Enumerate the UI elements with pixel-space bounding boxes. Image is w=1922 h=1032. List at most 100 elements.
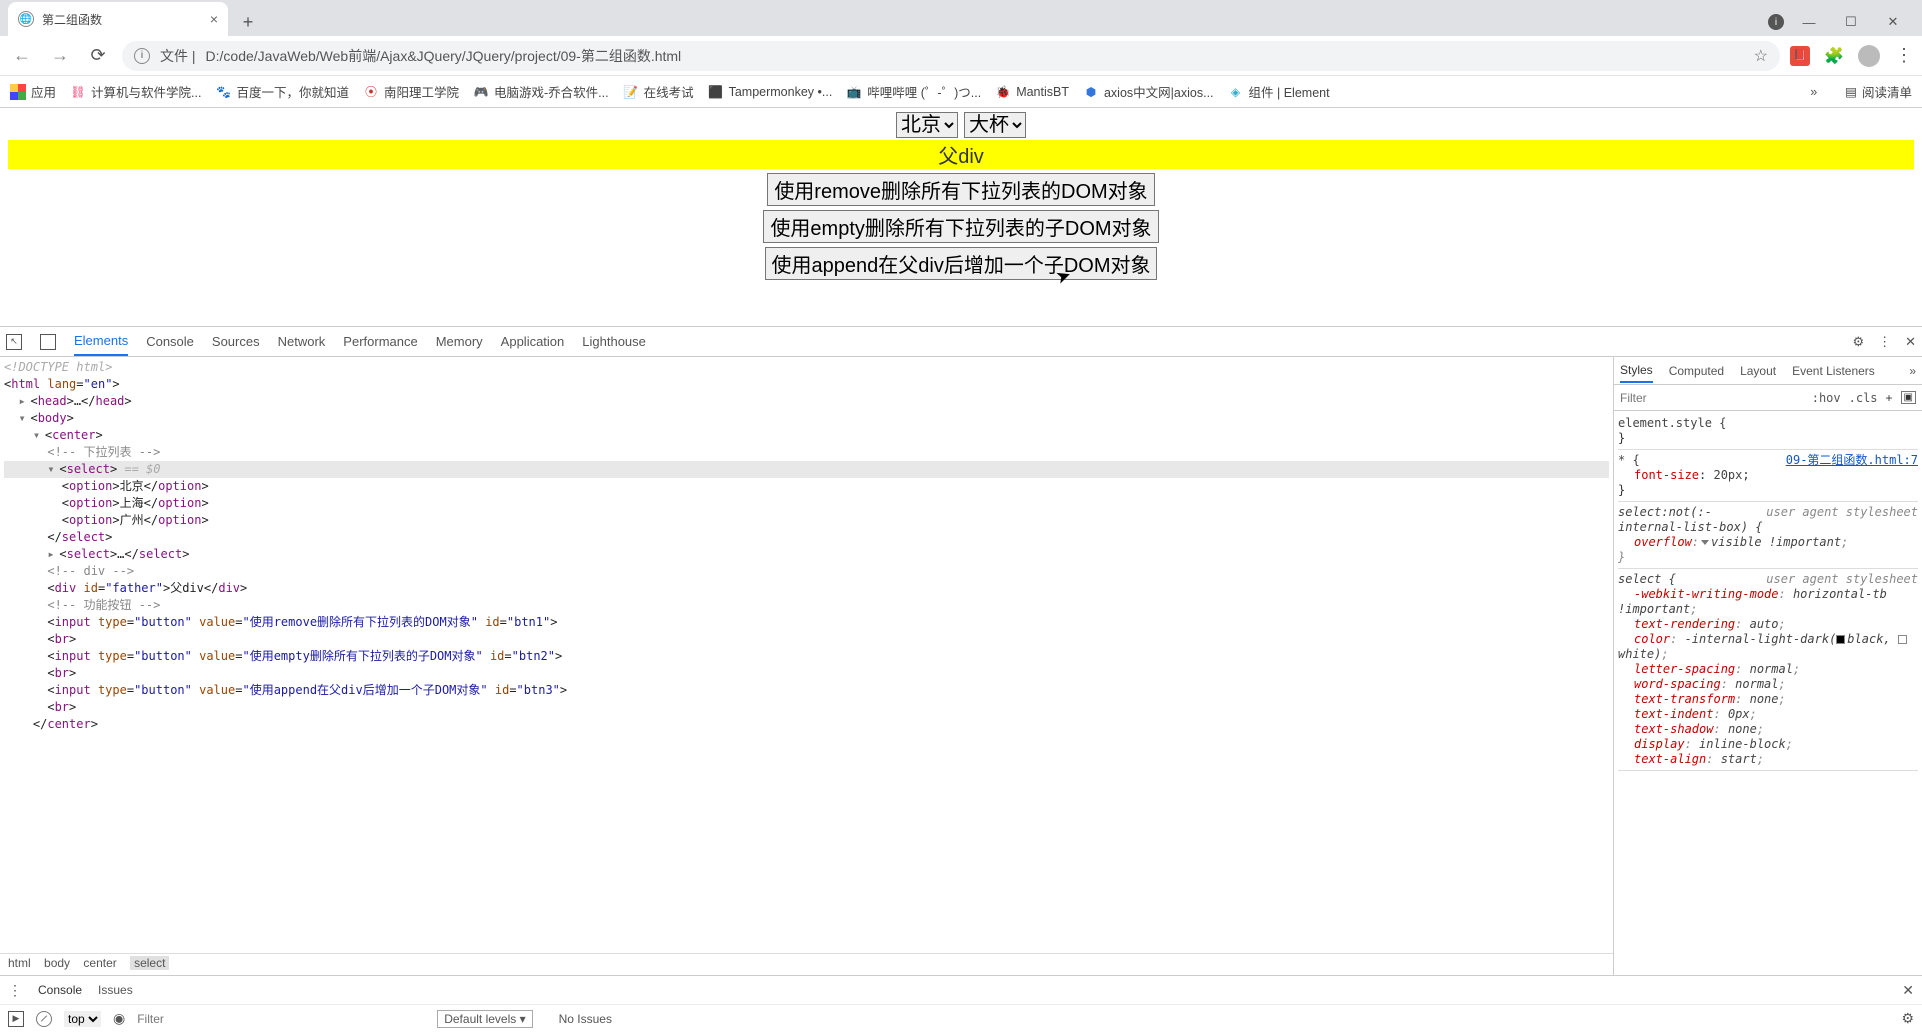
tab-memory[interactable]: Memory	[436, 328, 483, 355]
reload-button[interactable]: ⟳	[84, 42, 112, 70]
drawer-tab-console[interactable]: Console	[38, 983, 82, 997]
bookmark-item[interactable]: ⬛Tampermonkey •...	[708, 84, 833, 100]
page-viewport: 北京 大杯 父div ➤	[0, 108, 1922, 326]
maximize-icon[interactable]: ☐	[1834, 8, 1868, 36]
subtab-computed[interactable]: Computed	[1669, 364, 1724, 378]
bookmark-star-icon[interactable]: ☆	[1754, 46, 1768, 66]
console-sidebar-icon[interactable]: ▶	[8, 1011, 24, 1027]
father-div: 父div	[8, 140, 1914, 169]
exam-icon: 📝	[623, 84, 639, 100]
bookmark-item[interactable]: ⬢axios中文网|axios...	[1083, 82, 1214, 101]
console-toolbar: ▶ top ◉ Default levels ▾ No Issues ⚙	[0, 1004, 1922, 1032]
bookmark-item[interactable]: 📺哔哩哔哩 (゜-゜)つ...	[846, 82, 981, 101]
cls-toggle[interactable]: .cls	[1849, 391, 1878, 405]
devtools-settings-icon[interactable]: ⚙	[1852, 334, 1864, 350]
select-size[interactable]: 大杯	[964, 112, 1026, 138]
subtab-more-icon[interactable]: »	[1909, 364, 1916, 378]
url-path: D:/code/JavaWeb/Web前端/Ajax&JQuery/JQuery…	[206, 46, 682, 66]
no-issues-label: No Issues	[559, 1012, 612, 1026]
subtab-styles[interactable]: Styles	[1620, 359, 1653, 383]
apps-bookmark[interactable]: 应用	[10, 82, 56, 101]
axios-icon: ⬢	[1083, 84, 1099, 100]
extension-icon[interactable]: 📕	[1790, 46, 1810, 66]
titlebar: 🌐 第二组函数 × + i — ☐ ✕	[0, 0, 1922, 36]
tab-console[interactable]: Console	[146, 328, 194, 355]
bookmarks-bar: 应用 ⛓计算机与软件学院... 🐾百度一下，你就知道 ⦿南阳理工学院 🎮电脑游戏…	[0, 76, 1922, 108]
tab-sources[interactable]: Sources	[212, 328, 260, 355]
styles-panel: Styles Computed Layout Event Listeners »…	[1614, 357, 1922, 975]
drawer-close-icon[interactable]: ✕	[1902, 982, 1914, 999]
site-info-icon[interactable]: i	[134, 48, 150, 64]
browser-tab[interactable]: 🌐 第二组函数 ×	[8, 2, 228, 36]
elements-panel: <!DOCTYPE html> <html lang="en"> ▸<head>…	[0, 357, 1614, 975]
element-icon: ◈	[1228, 84, 1244, 100]
tm-icon: ⬛	[708, 84, 724, 100]
devtools-menu-icon[interactable]: ⋮	[1878, 334, 1891, 350]
style-rules[interactable]: element.style { } 09-第二组函数.html:7* { fon…	[1614, 411, 1922, 975]
apps-icon	[10, 84, 26, 100]
tab-elements[interactable]: Elements	[74, 327, 128, 356]
guest-badge[interactable]: i	[1768, 14, 1784, 30]
devtools-close-icon[interactable]: ✕	[1905, 334, 1916, 350]
live-expression-icon[interactable]: ◉	[113, 1010, 125, 1027]
bookmark-item[interactable]: ◈组件 | Element	[1228, 82, 1330, 101]
omnibox[interactable]: i 文件 | D:/code/JavaWeb/Web前端/Ajax&JQuery…	[122, 41, 1780, 71]
styles-filter-bar: :hov .cls + ▣	[1614, 385, 1922, 411]
address-bar: ← → ⟳ i 文件 | D:/code/JavaWeb/Web前端/Ajax&…	[0, 36, 1922, 76]
device-toggle-icon[interactable]	[40, 334, 56, 350]
log-levels-select[interactable]: Default levels ▾	[437, 1010, 532, 1028]
subtab-eventlisteners[interactable]: Event Listeners	[1792, 364, 1875, 378]
url-origin: 文件 |	[160, 46, 196, 66]
subtab-layout[interactable]: Layout	[1740, 364, 1776, 378]
new-style-rule-icon[interactable]: +	[1886, 391, 1893, 405]
game-icon: 🎮	[473, 84, 489, 100]
btn1-remove[interactable]	[767, 173, 1154, 206]
bookmark-item[interactable]: 📝在线考试	[623, 82, 694, 101]
globe-icon: 🌐	[18, 11, 34, 27]
drawer-tab-issues[interactable]: Issues	[98, 983, 133, 997]
btn3-append[interactable]	[765, 247, 1158, 280]
styles-subtabs: Styles Computed Layout Event Listeners »	[1614, 357, 1922, 385]
window-controls: i — ☐ ✕	[1768, 8, 1914, 36]
clear-console-icon[interactable]	[36, 1011, 52, 1027]
box-model-icon[interactable]: ▣	[1901, 391, 1916, 404]
tab-close-icon[interactable]: ×	[210, 11, 218, 27]
bookmark-item[interactable]: ⦿南阳理工学院	[363, 82, 459, 101]
element-picker-icon[interactable]: ↖	[6, 334, 22, 350]
execution-context-select[interactable]: top	[64, 1011, 101, 1027]
tab-application[interactable]: Application	[501, 328, 565, 355]
console-filter-input[interactable]	[137, 1012, 417, 1026]
bookmark-item[interactable]: ⛓计算机与软件学院...	[70, 82, 201, 101]
console-settings-icon[interactable]: ⚙	[1901, 1010, 1914, 1027]
new-tab-button[interactable]: +	[234, 8, 262, 36]
mantis-icon: 🐞	[995, 84, 1011, 100]
extensions-icon[interactable]: 🧩	[1824, 46, 1844, 66]
nanyang-icon: ⦿	[363, 84, 379, 100]
dom-tree[interactable]: <!DOCTYPE html> <html lang="en"> ▸<head>…	[0, 357, 1613, 953]
hov-toggle[interactable]: :hov	[1812, 391, 1841, 405]
bookmark-item[interactable]: 🐞MantisBT	[995, 84, 1069, 100]
select-city[interactable]: 北京	[896, 112, 958, 138]
tab-performance[interactable]: Performance	[343, 328, 417, 355]
link-icon: ⛓	[70, 84, 86, 100]
bookmark-item[interactable]: 🎮电脑游戏-乔合软件...	[473, 82, 609, 101]
drawer-menu-icon[interactable]: ⋮	[8, 982, 22, 999]
bookmarks-overflow-icon[interactable]: »	[1810, 85, 1817, 99]
devtools-tabs: ↖ Elements Console Sources Network Perfo…	[0, 327, 1922, 357]
console-drawer: ⋮ Console Issues ✕ ▶ top ◉ Default level…	[0, 975, 1922, 1032]
devtools: ↖ Elements Console Sources Network Perfo…	[0, 326, 1922, 1032]
back-button[interactable]: ←	[8, 42, 36, 70]
styles-filter-input[interactable]	[1620, 391, 1804, 405]
tab-network[interactable]: Network	[278, 328, 326, 355]
chrome-menu-icon[interactable]: ⋮	[1894, 46, 1914, 66]
close-icon[interactable]: ✕	[1876, 8, 1910, 36]
profile-avatar[interactable]	[1858, 45, 1880, 67]
reading-list-button[interactable]: ▤阅读清单	[1845, 82, 1912, 101]
tab-title: 第二组函数	[42, 11, 102, 28]
elements-breadcrumbs[interactable]: html body center select	[0, 953, 1613, 975]
tab-lighthouse[interactable]: Lighthouse	[582, 328, 646, 355]
btn2-empty[interactable]	[763, 210, 1158, 243]
bili-icon: 📺	[846, 84, 862, 100]
bookmark-item[interactable]: 🐾百度一下，你就知道	[215, 82, 349, 101]
minimize-icon[interactable]: —	[1792, 8, 1826, 36]
